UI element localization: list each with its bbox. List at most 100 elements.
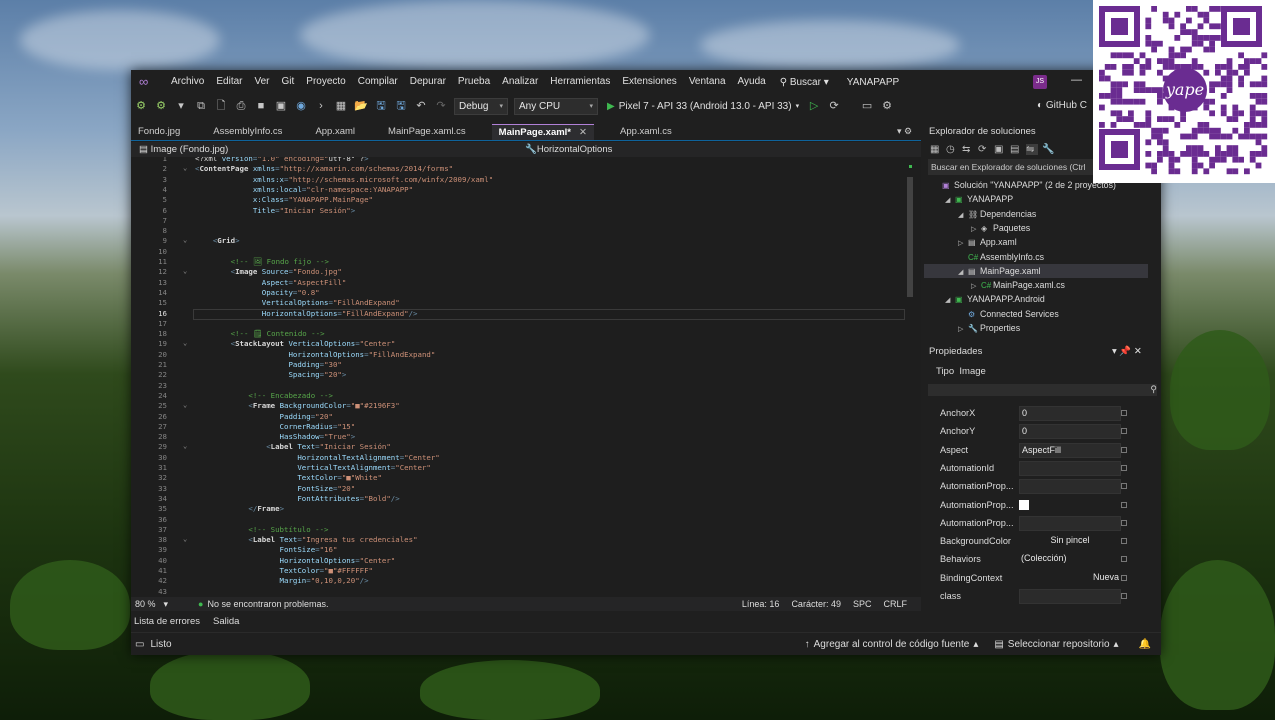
forward-icon[interactable]: › bbox=[314, 99, 328, 113]
code-line[interactable]: 15 VerticalOptions="FillAndExpand" bbox=[131, 298, 911, 308]
menu-ayuda[interactable]: Ayuda bbox=[732, 70, 772, 94]
code-line[interactable]: 35 </Frame> bbox=[131, 504, 911, 514]
configuration-select[interactable]: Debug ▾ bbox=[454, 97, 508, 115]
code-line[interactable]: 41 TextColor="■"#FFFFFF" bbox=[131, 566, 911, 576]
avatar[interactable]: JS bbox=[1033, 75, 1047, 89]
code-line[interactable]: 13 Aspect="AspectFill" bbox=[131, 278, 911, 288]
property-value[interactable]: 0 bbox=[1019, 406, 1121, 421]
tab-mainpage-xaml-cs[interactable]: MainPage.xaml.cs bbox=[381, 124, 473, 140]
property-value[interactable]: Sin pincel bbox=[1019, 534, 1119, 547]
property-marker-icon[interactable] bbox=[1121, 464, 1127, 471]
menu-depurar[interactable]: Depurar bbox=[404, 70, 452, 94]
copy-icon[interactable]: ⧉ bbox=[194, 99, 208, 113]
github-copilot-button[interactable]: ◐ GitHub C bbox=[1037, 100, 1087, 111]
start-without-debug-icon[interactable]: ▷ bbox=[807, 99, 821, 113]
home-icon[interactable]: ▦ bbox=[930, 144, 942, 155]
tree-node[interactable]: ▣ Solución "YANAPAPP" (2 de 2 proyectos) bbox=[932, 178, 1116, 192]
tree-node[interactable]: C# AssemblyInfo.cs bbox=[958, 250, 1044, 264]
line-ending[interactable]: CRLF bbox=[883, 599, 907, 609]
minimize-icon[interactable]: — bbox=[1071, 74, 1082, 86]
tree-node[interactable]: ◢ ▤ MainPage.xaml bbox=[924, 263, 1148, 280]
search-button[interactable]: ⚲ Buscar ▾ bbox=[780, 77, 829, 88]
code-line[interactable]: 42 Margin="0,10,0,20"/> bbox=[131, 576, 911, 586]
menu-herramientas[interactable]: Herramientas bbox=[544, 70, 616, 94]
code-line[interactable]: 30 HorizontalTextAlignment="Center" bbox=[131, 453, 911, 463]
property-marker-icon[interactable] bbox=[1121, 501, 1127, 508]
menu-proyecto[interactable]: Proyecto bbox=[300, 70, 351, 94]
pin-icon[interactable]: ▾ 📌 ✕ bbox=[1112, 344, 1142, 360]
property-value[interactable]: 0 bbox=[1019, 424, 1121, 440]
code-line[interactable]: 37 <!-- Subtítulo --> bbox=[131, 525, 911, 535]
tree-node[interactable]: ▷ 🔧 Properties bbox=[958, 321, 1020, 335]
tree-node[interactable]: ◢ ⛓ Dependencias bbox=[958, 207, 1036, 221]
tree-node[interactable]: ◢ ▣ YANAPAPP.Android bbox=[945, 292, 1045, 306]
code-line[interactable]: 2 ⌄ <ContentPage xmlns="http://xamarin.com… bbox=[131, 164, 911, 174]
tab-output[interactable]: Salida bbox=[213, 616, 239, 627]
print-icon[interactable]: ⎙ bbox=[234, 99, 248, 113]
color-swatch[interactable] bbox=[1019, 499, 1029, 510]
code-line[interactable]: 17 bbox=[131, 319, 911, 329]
property-row[interactable]: AutomationId bbox=[924, 460, 1149, 478]
fold-toggle-icon[interactable]: ⌄ bbox=[183, 164, 187, 172]
code-line[interactable]: 11 <!-- 🖼 Fondo fijo --> bbox=[131, 257, 911, 267]
tab-app-xaml-cs[interactable]: App.xaml.cs bbox=[613, 124, 679, 140]
property-marker-icon[interactable] bbox=[1121, 446, 1127, 453]
property-row[interactable]: Behaviors (Colección) bbox=[924, 551, 1149, 569]
zoom-level[interactable]: 80 % bbox=[135, 599, 156, 609]
save-icon[interactable]: 🖫 bbox=[374, 99, 388, 113]
back-icon[interactable]: ◉ bbox=[294, 99, 308, 113]
code-line[interactable]: 31 VerticalTextAlignment="Center" bbox=[131, 463, 911, 473]
solution-icon[interactable]: ▦ bbox=[334, 99, 348, 113]
code-line[interactable]: 8 bbox=[131, 226, 911, 236]
expand-arrow-icon[interactable]: ▷ bbox=[958, 323, 968, 337]
menu-archivo[interactable]: Archivo bbox=[165, 70, 210, 94]
property-row[interactable]: AnchorY 0 bbox=[924, 423, 1149, 441]
code-line[interactable]: 1 <?xml version="1.0" encoding="utf-8" ?> bbox=[131, 157, 911, 164]
menu-ver[interactable]: Ver bbox=[248, 70, 275, 94]
code-line[interactable]: 32 TextColor="■"White" bbox=[131, 473, 911, 483]
hot-reload-icon[interactable]: ⟳ bbox=[827, 99, 841, 113]
code-line[interactable]: 36 bbox=[131, 515, 911, 525]
code-line[interactable]: 29 ⌄ <Label Text="Iniciar Sesión" bbox=[131, 442, 911, 452]
history-icon[interactable]: ◷ bbox=[946, 144, 958, 155]
code-line[interactable]: 12 ⌄ <Image Source="Fondo.jpg" bbox=[131, 267, 911, 277]
stop-icon[interactable]: ■ bbox=[254, 99, 268, 113]
code-line[interactable]: 43 bbox=[131, 587, 911, 597]
layout-icon[interactable]: ▭ bbox=[860, 99, 874, 113]
code-line[interactable]: 40 HorizontalOptions="Center" bbox=[131, 556, 911, 566]
code-line[interactable]: 39 FontSize="16" bbox=[131, 545, 911, 555]
rebuild-icon[interactable]: ⚙ bbox=[154, 99, 168, 113]
redo-icon[interactable]: ↷ bbox=[434, 99, 448, 113]
code-line[interactable]: 27 CornerRadius="15" bbox=[131, 422, 911, 432]
code-line[interactable]: 19 ⌄ <StackLayout VerticalOptions="Center… bbox=[131, 339, 911, 349]
expand-arrow-icon[interactable]: ◢ bbox=[958, 266, 968, 280]
code-line[interactable]: 25 ⌄ <Frame BackgroundColor="■"#2196F3" bbox=[131, 401, 911, 411]
property-marker-icon[interactable] bbox=[1121, 593, 1127, 599]
property-value[interactable]: AspectFill bbox=[1019, 442, 1121, 458]
properties-search-input[interactable]: ⚲ bbox=[928, 384, 1157, 396]
close-icon[interactable]: ✕ bbox=[579, 127, 587, 138]
run-button[interactable]: ▶ Pixel 7 - API 33 (Android 13.0 - API 33… bbox=[607, 101, 799, 112]
menu-git[interactable]: Git bbox=[276, 70, 301, 94]
show-all-icon[interactable]: ▤ bbox=[1010, 144, 1022, 155]
source-control-button[interactable]: Agregar al control de código fuente bbox=[814, 639, 970, 650]
tab-fondo-jpg[interactable]: Fondo.jpg bbox=[131, 124, 187, 140]
property-row[interactable]: class bbox=[924, 588, 1149, 606]
property-marker-icon[interactable] bbox=[1121, 556, 1127, 563]
property-value[interactable] bbox=[1019, 515, 1121, 531]
code-line[interactable]: 9 ⌄ <Grid> bbox=[131, 236, 911, 246]
window-icon[interactable]: ▣ bbox=[274, 99, 288, 113]
expand-arrow-icon[interactable]: ◢ bbox=[945, 294, 955, 308]
code-line[interactable]: 33 FontSize="20" bbox=[131, 484, 911, 494]
code-line[interactable]: 4 xmlns:local="clr-namespace:YANAPAPP" bbox=[131, 185, 911, 195]
property-row[interactable]: AutomationProp... bbox=[924, 515, 1149, 533]
property-row[interactable]: AnchorX 0 bbox=[924, 405, 1149, 423]
code-line[interactable]: 7 bbox=[131, 216, 911, 226]
collapse-icon[interactable]: ▣ bbox=[994, 144, 1006, 155]
fold-toggle-icon[interactable]: ⌄ bbox=[183, 442, 187, 450]
property-row[interactable]: BackgroundColor Sin pincel bbox=[924, 533, 1149, 551]
tree-node[interactable]: ▷ ◈ Paquetes bbox=[971, 221, 1030, 235]
problems-status[interactable]: No se encontraron problemas. bbox=[207, 599, 328, 609]
property-row[interactable]: AutomationProp... bbox=[924, 478, 1149, 496]
zoom-dropdown-icon[interactable]: ▾ bbox=[164, 599, 169, 610]
